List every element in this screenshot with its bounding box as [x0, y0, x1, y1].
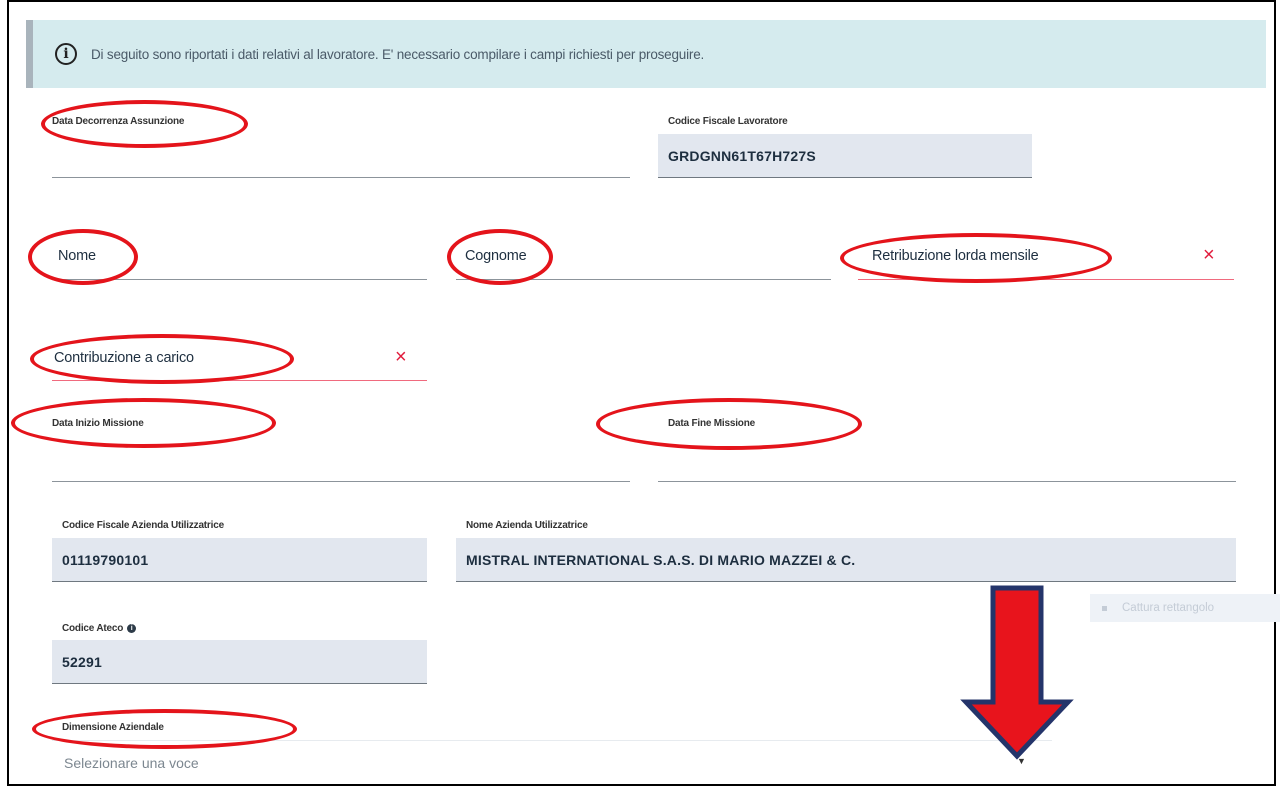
data-decorrenza-label: Data Decorrenza Assunzione	[52, 116, 185, 127]
codice-fiscale-lavoratore-label: Codice Fiscale Lavoratore	[668, 116, 788, 127]
contribuzione-clear-icon[interactable]: ×	[395, 347, 407, 367]
info-icon[interactable]: i	[127, 624, 137, 633]
info-banner-text: Di seguito sono riportati i dati relativ…	[91, 46, 705, 62]
info-banner: i Di seguito sono riportati i dati relat…	[26, 20, 1266, 88]
retribuzione-input[interactable]	[858, 279, 1234, 280]
nome-label: Nome	[58, 248, 96, 264]
capture-square-icon	[1102, 605, 1107, 611]
down-arrow-icon	[960, 585, 1074, 760]
codice-fiscale-lavoratore-field: GRDGNN61T67H727S	[658, 134, 1032, 178]
nome-azienda-label: Nome Azienda Utilizzatrice	[466, 520, 588, 531]
data-fine-missione-label: Data Fine Missione	[668, 418, 755, 429]
dimensione-aziendale-select[interactable]: Selezionare una voce	[52, 740, 1052, 784]
nome-azienda-field: MISTRAL INTERNATIONAL S.A.S. DI MARIO MA…	[456, 538, 1236, 582]
data-inizio-missione-label: Data Inizio Missione	[52, 418, 144, 429]
cf-azienda-field: 01119790101	[52, 538, 427, 582]
data-decorrenza-input[interactable]	[52, 177, 630, 178]
retribuzione-label: Retribuzione lorda mensile	[872, 248, 1039, 264]
cognome-input[interactable]	[456, 279, 831, 280]
codice-ateco-field: 52291	[52, 640, 427, 684]
info-circle-icon: i	[55, 43, 77, 65]
retribuzione-clear-icon[interactable]: ×	[1203, 245, 1215, 265]
data-inizio-missione-input[interactable]	[52, 481, 630, 482]
data-fine-missione-input[interactable]	[658, 481, 1236, 482]
capture-rectangle-label: Cattura rettangolo	[1122, 602, 1215, 614]
contribuzione-input[interactable]	[52, 380, 427, 381]
cognome-label: Cognome	[465, 248, 527, 264]
dimensione-aziendale-label: Dimensione Aziendale	[62, 722, 164, 733]
nome-input[interactable]	[52, 279, 427, 280]
codice-ateco-label-text: Codice Ateco	[62, 623, 124, 634]
capture-rectangle-button[interactable]: Cattura rettangolo	[1090, 594, 1280, 622]
codice-ateco-label: Codice Ateco i	[62, 623, 137, 634]
cf-azienda-label: Codice Fiscale Azienda Utilizzatrice	[62, 520, 224, 531]
contribuzione-label: Contribuzione a carico	[54, 350, 194, 366]
